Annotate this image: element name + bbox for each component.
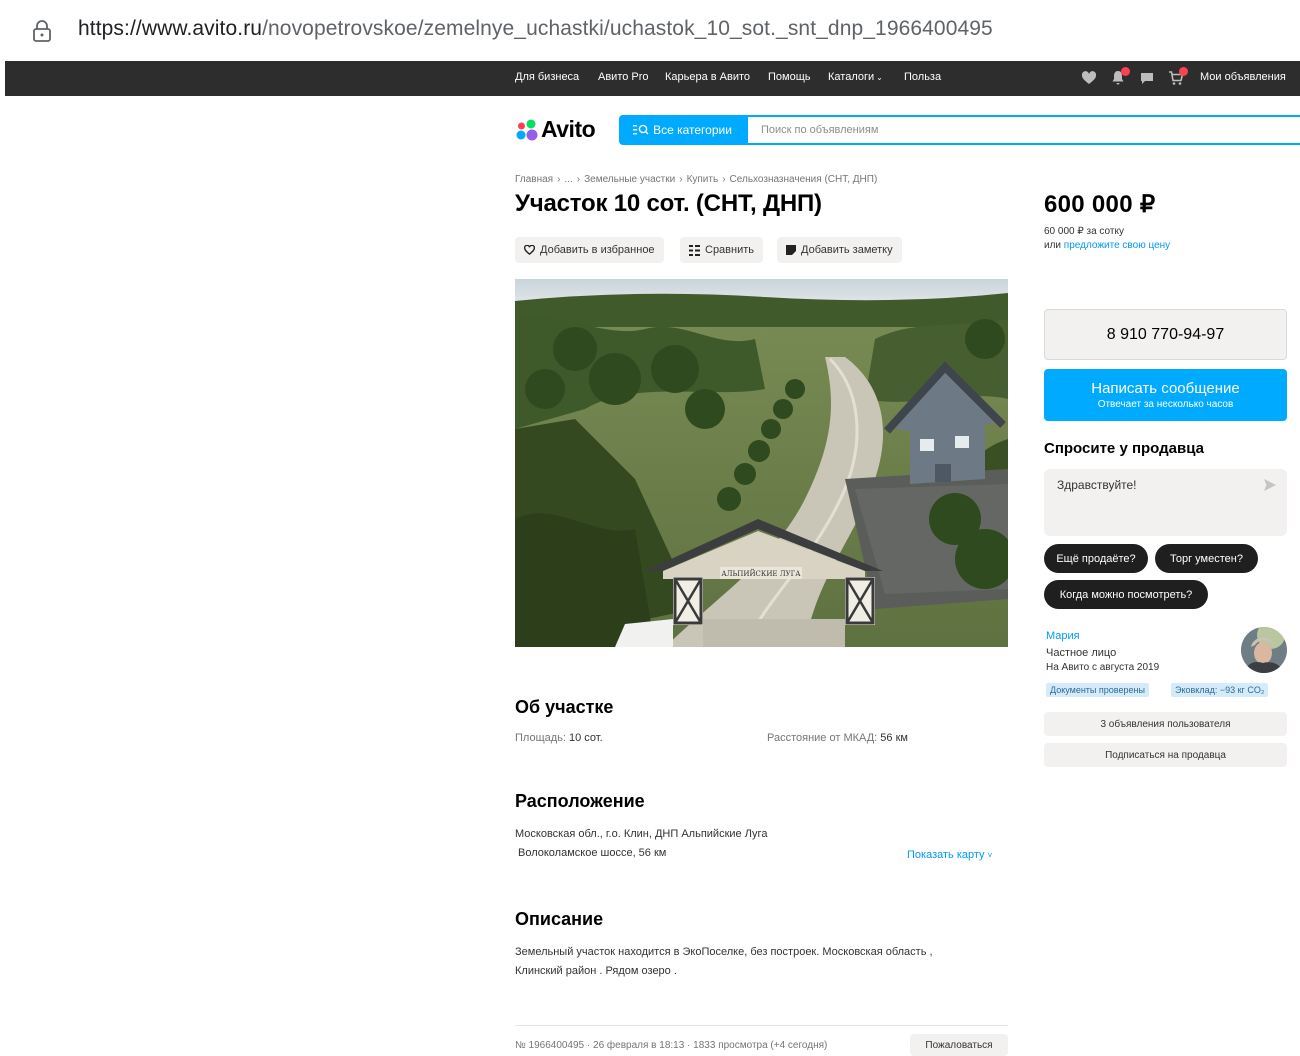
show-phone-button[interactable]: 8 910 770-94-97	[1044, 309, 1287, 360]
heart-outline-icon	[524, 245, 535, 255]
seller-since: На Авито с августа 2019	[1046, 662, 1160, 673]
breadcrumb-separator: ›	[722, 174, 726, 185]
write-message-label: Написать сообщение	[1091, 380, 1240, 397]
nav-catalogs-label: Каталоги	[828, 71, 875, 83]
nav-benefit[interactable]: Польза	[904, 71, 941, 83]
area-label: Площадь:	[515, 732, 566, 744]
breadcrumb: Главная ›... › Земельные участки › Купить › Сел…	[515, 174, 877, 185]
seller-avatar[interactable]	[1241, 627, 1287, 673]
chat-icon[interactable]	[1139, 70, 1155, 86]
breadcrumb-ellipsis[interactable]: ...	[564, 174, 572, 185]
chip-still-selling[interactable]: Ещё продаёте?	[1044, 544, 1148, 573]
add-to-favorites-label: Добавить в избранное	[540, 244, 655, 256]
seller-name[interactable]: Мария	[1046, 630, 1080, 642]
ask-seller-box: Здравствуйте!	[1044, 469, 1287, 536]
logo-text: Avito	[541, 116, 596, 142]
distance-param: Расстояние от МКАД: 56 км	[767, 732, 908, 744]
add-note-button[interactable]: Добавить заметку	[777, 237, 902, 263]
offer-prefix: или	[1044, 240, 1062, 251]
breadcrumb-separator: ›	[679, 174, 683, 185]
breadcrumb-home[interactable]: Главная	[515, 174, 553, 185]
chip-bargain[interactable]: Торг уместен?	[1155, 544, 1258, 573]
ask-seller-input[interactable]: Здравствуйте!	[1044, 469, 1287, 536]
chevron-down-icon: ˅	[987, 851, 993, 860]
seller-ads-button[interactable]: 3 объявления пользователя	[1044, 712, 1287, 736]
breadcrumb-separator: ›	[576, 174, 581, 185]
tag-documents-verified: Документы проверены	[1046, 683, 1149, 697]
listing-photo[interactable]: АЛЬПИЙСКИЕ ЛУГА	[515, 279, 1008, 647]
listing-title: Участок 10 сот. (СНТ, ДНП)	[515, 190, 822, 217]
photo-illustration: АЛЬПИЙСКИЕ ЛУГА	[515, 279, 1008, 647]
compare-icon	[689, 244, 700, 256]
nav-catalogs[interactable]: Каталоги ⌄	[828, 71, 883, 83]
all-categories-button[interactable]: Все категории	[619, 115, 746, 145]
show-map-link[interactable]: Показать карту ˅	[907, 846, 992, 865]
compare-button[interactable]: Сравнить	[680, 237, 764, 263]
cart-badge	[1179, 67, 1188, 76]
lock-icon	[33, 20, 51, 42]
location-road: Волоколамское шоссе, 56 км	[518, 847, 667, 859]
description-heading: Описание	[515, 909, 604, 929]
chevron-down-icon: ⌄	[876, 73, 883, 82]
add-to-favorites-button[interactable]: Добавить в избранное	[515, 237, 664, 263]
breadcrumb-separator: ›	[557, 174, 561, 185]
add-note-label: Добавить заметку	[801, 244, 893, 256]
offer-price-line: или предложите свою цену	[1044, 240, 1170, 251]
url-text[interactable]: https://www.avito.ru/novopetrovskoe/zeme…	[78, 17, 993, 41]
send-icon[interactable]	[1263, 478, 1277, 492]
compare-label: Сравнить	[705, 244, 755, 256]
price: 600 000 ₽	[1044, 191, 1156, 218]
description-line-1: Земельный участок находится в ЭкоПоселке…	[515, 946, 933, 958]
divider	[515, 1025, 1008, 1026]
nav-career[interactable]: Карьера в Авито	[665, 71, 750, 83]
response-time: Отвечает за несколько часов	[1097, 399, 1234, 410]
menu-search-icon	[633, 124, 649, 135]
tag-eco-contribution: Эковклад: −93 кг CO₂	[1171, 683, 1269, 697]
breadcrumb-land[interactable]: Земельные участки	[584, 174, 675, 185]
area-param: Площадь: 10 сот.	[515, 732, 603, 744]
price-per-sotka: 60 000 ₽ за сотку	[1044, 226, 1124, 237]
all-categories-label: Все категории	[653, 123, 732, 137]
logo-dots-icon	[516, 119, 538, 141]
breadcrumb-category[interactable]: Сельхозназначения (СНТ, ДНП)	[730, 174, 878, 185]
breadcrumb-buy[interactable]: Купить	[687, 174, 719, 185]
area-value: 10 сот.	[569, 732, 603, 744]
cart-icon[interactable]	[1168, 67, 1188, 86]
listing-meta: № 1966400495 · 26 февраля в 18:13 · 1833…	[515, 1040, 828, 1051]
top-navigation: Для бизнеса Авито Pro Карьера в Авито По…	[5, 61, 1300, 96]
bell-icon[interactable]	[1110, 67, 1130, 86]
url-path: /novopetrovskoe/zemelnye_uchastki/uchast…	[262, 17, 993, 40]
location-heading: Расположение	[515, 791, 645, 811]
avatar-image	[1241, 627, 1287, 673]
distance-value: 56 км	[880, 732, 908, 744]
nav-avito-pro[interactable]: Авито Pro	[598, 71, 649, 83]
url-host: https://www.avito.ru	[78, 17, 263, 40]
nav-help[interactable]: Помощь	[768, 71, 811, 83]
gate-sign-text: АЛЬПИЙСКИЕ ЛУГА	[721, 569, 801, 578]
search-input[interactable]	[746, 115, 1300, 145]
browser-address-bar: https://www.avito.ru/novopetrovskoe/zeme…	[0, 0, 1300, 62]
nav-business[interactable]: Для бизнеса	[515, 71, 579, 83]
subscribe-seller-button[interactable]: Подписаться на продавца	[1044, 743, 1287, 767]
heart-icon[interactable]	[1081, 70, 1097, 86]
bell-badge	[1121, 67, 1130, 76]
offer-price-link[interactable]: предложите свою цену	[1064, 240, 1170, 251]
avito-logo[interactable]: Avito	[515, 115, 615, 145]
chip-when-view[interactable]: Когда можно посмотреть?	[1044, 580, 1208, 609]
distance-label: Расстояние от МКАД:	[767, 732, 878, 744]
about-heading: Об участке	[515, 697, 614, 717]
description-line-2: Клинский район . Рядом озеро .	[515, 965, 677, 977]
location-address: Московская обл., г.о. Клин, ДНП Альпийск…	[515, 828, 768, 840]
show-map-label: Показать карту	[907, 849, 985, 861]
write-message-button[interactable]: Написать сообщение Отвечает за несколько…	[1044, 369, 1287, 421]
report-button[interactable]: Пожаловаться	[910, 1034, 1008, 1056]
note-icon	[786, 245, 796, 255]
ask-seller-heading: Спросите у продавца	[1044, 440, 1204, 457]
nav-my-ads[interactable]: Мои объявления	[1200, 71, 1286, 83]
seller-type: Частное лицо	[1046, 647, 1117, 659]
